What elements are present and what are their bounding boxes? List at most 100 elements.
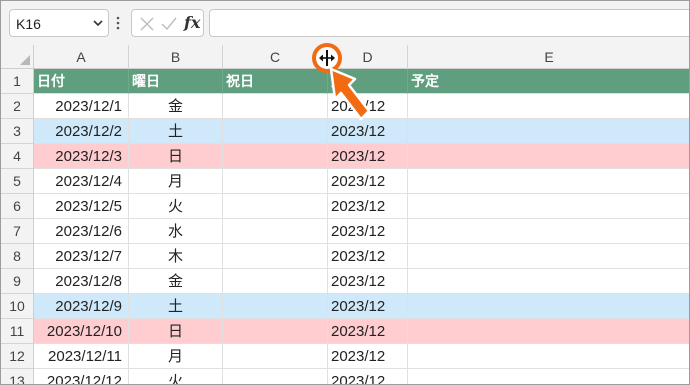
- cell-d[interactable]: 2023/12: [328, 244, 408, 269]
- table-row: 2023/12/7 木 2023/12: [34, 244, 689, 269]
- cell-e[interactable]: [408, 169, 689, 194]
- column-header-a[interactable]: A: [34, 45, 129, 69]
- cell-c[interactable]: [223, 194, 328, 219]
- insert-function-button[interactable]: fx: [184, 13, 200, 32]
- cell-b[interactable]: 土: [129, 294, 223, 319]
- spreadsheet-window: K16 fx A B C D E 1日付曜日祝日月予定: [0, 0, 690, 385]
- column-header-e[interactable]: E: [408, 45, 689, 69]
- formula-bar: K16 fx: [1, 1, 689, 45]
- select-all-icon: [20, 55, 30, 65]
- cell-e[interactable]: [408, 244, 689, 269]
- row-header[interactable]: 9: [1, 269, 34, 294]
- row-header[interactable]: 7: [1, 219, 34, 244]
- cell-e[interactable]: [408, 269, 689, 294]
- row-header[interactable]: 5: [1, 169, 34, 194]
- chevron-down-icon[interactable]: [92, 17, 104, 29]
- cell-c[interactable]: 祝日: [223, 69, 328, 94]
- cell-b[interactable]: 金: [129, 94, 223, 119]
- cell-a[interactable]: 2023/12/4: [34, 169, 129, 194]
- cell-e[interactable]: [408, 194, 689, 219]
- row-header[interactable]: 10: [1, 294, 34, 319]
- cell-b[interactable]: 木: [129, 244, 223, 269]
- x-icon[interactable]: [138, 15, 156, 33]
- name-box-value: K16: [16, 16, 41, 32]
- table-row: 2023/12/9 土 2023/12: [34, 294, 689, 319]
- cell-a[interactable]: 2023/12/6: [34, 219, 129, 244]
- table-row: 2023/12/3 日 2023/12: [34, 144, 689, 169]
- row-header[interactable]: 12: [1, 344, 34, 369]
- cell-c[interactable]: [223, 344, 328, 369]
- cell-a[interactable]: 2023/12/10: [34, 319, 129, 344]
- cell-b[interactable]: 曜日: [129, 69, 223, 94]
- cell-d[interactable]: 2023/12: [328, 194, 408, 219]
- cell-a[interactable]: 日付: [34, 69, 129, 94]
- cell-c[interactable]: [223, 269, 328, 294]
- cell-b[interactable]: 土: [129, 119, 223, 144]
- row-header[interactable]: 13: [1, 369, 34, 384]
- cell-e[interactable]: [408, 344, 689, 369]
- cell-e[interactable]: [408, 144, 689, 169]
- cell-a[interactable]: 2023/12/3: [34, 144, 129, 169]
- table-row: 2023/12/5 火 2023/12: [34, 194, 689, 219]
- cell-c[interactable]: [223, 244, 328, 269]
- formula-input[interactable]: [209, 9, 689, 37]
- check-icon[interactable]: [160, 15, 178, 33]
- row-header[interactable]: 1: [1, 69, 34, 94]
- cell-a[interactable]: 2023/12/11: [34, 344, 129, 369]
- row-header[interactable]: 3: [1, 119, 34, 144]
- cell-a[interactable]: 2023/12/2: [34, 119, 129, 144]
- cell-e[interactable]: [408, 119, 689, 144]
- cell-c[interactable]: [223, 369, 328, 384]
- table-row: 2023/12/6 水 2023/12: [34, 219, 689, 244]
- cell-e[interactable]: [408, 219, 689, 244]
- cell-d[interactable]: 2023/12: [328, 344, 408, 369]
- cell-c[interactable]: [223, 144, 328, 169]
- more-options-icon[interactable]: [115, 14, 121, 32]
- cell-a[interactable]: 2023/12/8: [34, 269, 129, 294]
- cell-b[interactable]: 日: [129, 144, 223, 169]
- cell-d[interactable]: 2023/12: [328, 369, 408, 384]
- row-header[interactable]: 4: [1, 144, 34, 169]
- name-box[interactable]: K16: [9, 9, 109, 37]
- row-header[interactable]: 6: [1, 194, 34, 219]
- cell-a[interactable]: 2023/12/12: [34, 369, 129, 384]
- cell-a[interactable]: 2023/12/9: [34, 294, 129, 319]
- cell-a[interactable]: 2023/12/1: [34, 94, 129, 119]
- row-header[interactable]: 8: [1, 244, 34, 269]
- cell-b[interactable]: 火: [129, 194, 223, 219]
- row-header[interactable]: 11: [1, 319, 34, 344]
- cell-a[interactable]: 2023/12/7: [34, 244, 129, 269]
- table-row: 2023/12/4 月 2023/12: [34, 169, 689, 194]
- formula-buttons: fx: [131, 9, 204, 37]
- cell-c[interactable]: [223, 219, 328, 244]
- select-all-button[interactable]: [1, 45, 34, 69]
- cell-b[interactable]: 月: [129, 169, 223, 194]
- cell-c[interactable]: [223, 319, 328, 344]
- table-row: 2023/12/10 日 2023/12: [34, 319, 689, 344]
- cell-b[interactable]: 月: [129, 344, 223, 369]
- cell-b[interactable]: 金: [129, 269, 223, 294]
- cell-c[interactable]: [223, 119, 328, 144]
- cell-e[interactable]: [408, 369, 689, 384]
- arrow-icon: [329, 67, 371, 121]
- cell-b[interactable]: 水: [129, 219, 223, 244]
- cell-c[interactable]: [223, 169, 328, 194]
- cell-d[interactable]: 2023/12: [328, 169, 408, 194]
- cell-b[interactable]: 日: [129, 319, 223, 344]
- cell-e[interactable]: 予定: [408, 69, 689, 94]
- cell-a[interactable]: 2023/12/5: [34, 194, 129, 219]
- column-header-b[interactable]: B: [129, 45, 223, 69]
- row-header[interactable]: 2: [1, 94, 34, 119]
- cell-d[interactable]: 2023/12: [328, 269, 408, 294]
- cell-d[interactable]: 2023/12: [328, 294, 408, 319]
- cell-c[interactable]: [223, 94, 328, 119]
- cell-e[interactable]: [408, 319, 689, 344]
- cell-d[interactable]: 2023/12: [328, 144, 408, 169]
- cell-c[interactable]: [223, 294, 328, 319]
- cell-e[interactable]: [408, 94, 689, 119]
- cell-d[interactable]: 2023/12: [328, 319, 408, 344]
- cell-e[interactable]: [408, 294, 689, 319]
- cell-d[interactable]: 2023/12: [328, 219, 408, 244]
- cell-b[interactable]: 火: [129, 369, 223, 384]
- table-row: 2023/12/8 金 2023/12: [34, 269, 689, 294]
